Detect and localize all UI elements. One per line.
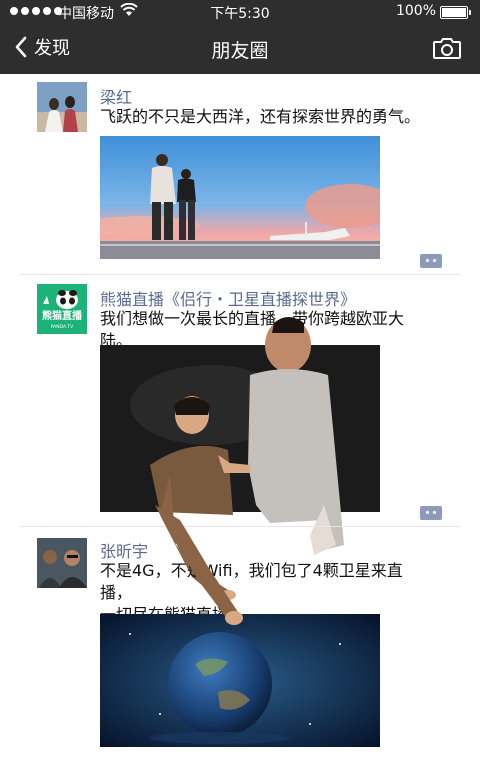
status-bar: 中国移动 下午5:30 100%: [0, 0, 480, 24]
avatar-couple-photo: [37, 82, 87, 132]
runway-sunset-photo: [100, 136, 380, 259]
avatar[interactable]: [37, 538, 87, 588]
nav-bar: 发现 朋友圈: [0, 24, 480, 74]
earth-globe-photo: [100, 614, 380, 747]
avatar[interactable]: 熊猫直播 PANDA.TV: [37, 284, 87, 334]
top-bar: 中国移动 下午5:30 100% 发现 朋友圈: [0, 0, 480, 74]
avatar-brand-sub: PANDA.TV: [51, 324, 74, 330]
post-photo[interactable]: [100, 317, 380, 600]
avatar-brand-text: 熊猫直播: [42, 309, 83, 322]
comment-button[interactable]: [420, 254, 442, 268]
battery-percent: 100%: [395, 3, 436, 19]
battery-icon: [440, 6, 471, 19]
post-author-name[interactable]: 张昕宇: [100, 538, 148, 562]
post-photo[interactable]: [100, 136, 380, 259]
post-author-name[interactable]: 熊猫直播《侣行・卫星直播探世界》: [100, 286, 356, 310]
moment-post: 梁红 飞跃的不只是大西洋，还有探索世界的勇气。: [0, 74, 480, 274]
post-photo[interactable]: [100, 614, 380, 747]
divider: [20, 274, 460, 275]
post-author-name[interactable]: 梁红: [100, 84, 132, 108]
popout-arm-overlay: [155, 505, 243, 625]
moment-post: 熊猫直播 PANDA.TV 熊猫直播《侣行・卫星直播探世界》 我们想做一次最长的…: [0, 276, 480, 600]
avatar[interactable]: [37, 82, 87, 132]
post-text: 飞跃的不只是大西洋，还有探索世界的勇气。: [100, 107, 421, 126]
avatar-group-photo: [37, 538, 87, 588]
panda-logo-icon: 熊猫直播 PANDA.TV: [37, 284, 87, 334]
camera-icon[interactable]: [432, 36, 462, 60]
page-title: 朋友圈: [211, 40, 269, 62]
comment-button[interactable]: [420, 506, 442, 520]
